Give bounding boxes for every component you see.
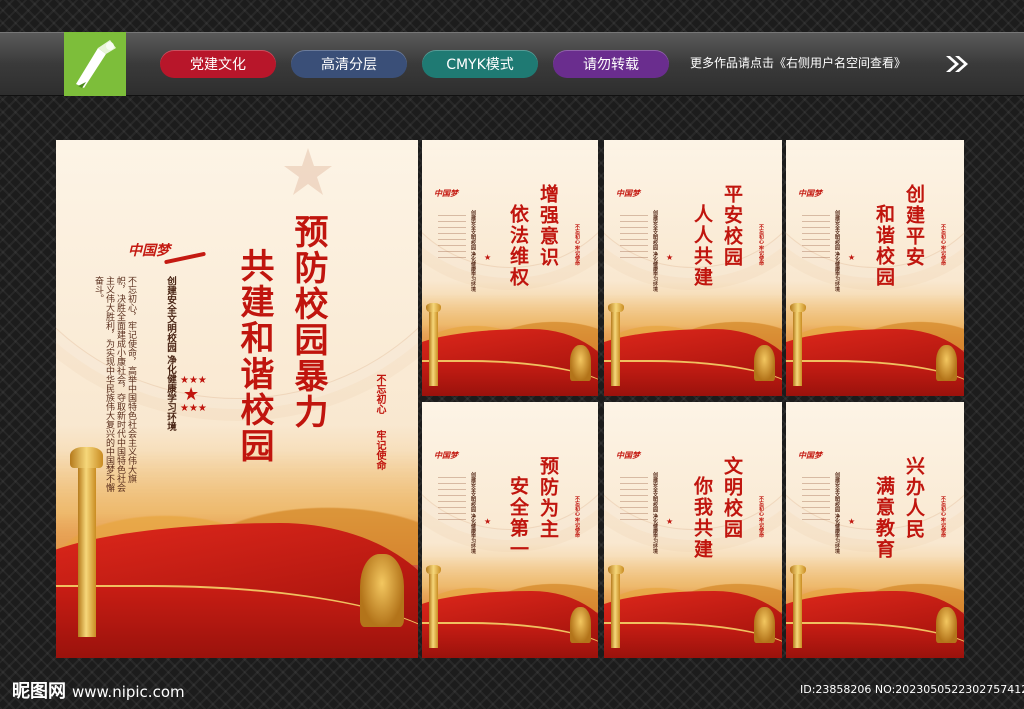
poster-title-line2: 你我共建 (691, 476, 713, 560)
main-subtitle: 创建安全文明校园 净化健康学习环境 (165, 276, 176, 432)
poster-4: 中国梦 预防为主 安全第一 不忘初心 牢记使命 ★ 创建安全文明校园 净化健康学… (422, 402, 598, 658)
tag-party-culture: 党建文化 (160, 50, 276, 78)
site-watermark[interactable]: 昵图网 www.nipic.com (12, 677, 185, 703)
poster-3: 中国梦 创建平安 和谐校园 不忘初心 牢记使命 ★ 创建安全文明校园 净化健康学… (786, 140, 964, 396)
star-watermark-icon (284, 148, 332, 195)
poster-title-line2: 人人共建 (691, 204, 713, 288)
double-arrow-right-icon[interactable] (944, 54, 970, 74)
poster-title-line2: 满意教育 (873, 476, 895, 560)
poster-subtitle: 创建安全文明校园 净化健康学习环境 (470, 210, 476, 292)
poster-title-line1: 文明校园 (721, 456, 743, 540)
poster-title-line1: 兴办人民 (903, 456, 925, 540)
poster-title-line1: 平安校园 (721, 184, 743, 268)
site-name: 昵图网 (12, 681, 66, 702)
brand-mark: 中国梦 (434, 188, 458, 198)
poster-body-text (438, 472, 466, 520)
main-title-line2: 共建和谐校园 (234, 248, 274, 464)
poster-slogan: 不忘初心 牢记使命 (574, 496, 580, 538)
stars-decoration: ★ (666, 253, 674, 262)
brand-mark: 中国梦 (616, 450, 640, 460)
tag-cmyk: CMYK模式 (422, 50, 538, 78)
poster-title-line2: 依法维权 (507, 204, 529, 288)
poster-slogan: 不忘初心 牢记使命 (574, 224, 580, 266)
poster-body-text (620, 210, 648, 258)
poster-title-line2: 安全第一 (507, 476, 529, 560)
tag-no-repost: 请勿转载 (553, 50, 669, 78)
poster-2: 中国梦 平安校园 人人共建 不忘初心 牢记使命 ★ 创建安全文明校园 净化健康学… (604, 140, 782, 396)
poster-subtitle: 创建安全文明校园 净化健康学习环境 (652, 472, 658, 554)
tag-hd-layers: 高清分层 (291, 50, 407, 78)
image-id-text: ID:23858206 NO:20230505223027574127 (800, 683, 1024, 696)
poster-slogan: 不忘初心 牢记使命 (940, 224, 946, 266)
poster-subtitle: 创建安全文明校园 净化健康学习环境 (470, 472, 476, 554)
poster-1: 中国梦 增强意识 依法维权 不忘初心 牢记使命 ★ 创建安全文明校园 净化健康学… (422, 140, 598, 396)
brand-mark: 中国梦 (616, 188, 640, 198)
poster-slogan: 不忘初心 牢记使命 (758, 496, 764, 538)
stars-decoration: ★ (848, 517, 856, 526)
brand-mark: 中国梦 (434, 450, 458, 460)
poster-body-text (802, 210, 830, 258)
slogan-2: 牢记使命 (374, 430, 385, 470)
poster-subtitle: 创建安全文明校园 净化健康学习环境 (652, 210, 658, 292)
stars-decoration: ★★★ ★ ★★★ (180, 375, 207, 414)
brand-mark: 中国梦 (798, 450, 822, 460)
slogan-1: 不忘初心 (374, 374, 385, 414)
brand-mark: 中国梦 (128, 243, 170, 259)
poster-slogan: 不忘初心 牢记使命 (758, 224, 764, 266)
stars-decoration: ★ (484, 253, 492, 262)
stars-decoration: ★ (666, 517, 674, 526)
poster-title-line1: 预防为主 (537, 456, 559, 540)
poster-slogan: 不忘初心 牢记使命 (940, 496, 946, 538)
poster-title-line1: 创建平安 (903, 184, 925, 268)
brush-logo-icon (64, 32, 126, 96)
poster-title-line1: 增强意识 (537, 184, 559, 268)
poster-5: 中国梦 文明校园 你我共建 不忘初心 牢记使命 ★ 创建安全文明校园 净化健康学… (604, 402, 782, 658)
poster-6: 中国梦 兴办人民 满意教育 不忘初心 牢记使命 ★ 创建安全文明校园 净化健康学… (786, 402, 964, 658)
poster-subtitle: 创建安全文明校园 净化健康学习环境 (834, 472, 840, 554)
site-url[interactable]: www.nipic.com (72, 683, 185, 701)
poster-body-text (802, 472, 830, 520)
poster-body-text (620, 472, 648, 520)
poster-subtitle: 创建安全文明校园 净化健康学习环境 (834, 210, 840, 292)
main-title-line1: 预防校园暴力 (288, 214, 328, 430)
brand-mark: 中国梦 (798, 188, 822, 198)
stars-decoration: ★ (484, 517, 492, 526)
header-note[interactable]: 更多作品请点击《右侧用户名空间查看》 (690, 54, 906, 71)
poster-body-text (438, 210, 466, 258)
stars-decoration: ★ (848, 253, 856, 262)
main-body-text: 不忘初心，牢记使命，高举中国特色社会主义伟大旗帜，决胜全面建成小康社会，夺取新时… (93, 276, 136, 492)
main-poster: 中国梦 预防校园暴力 共建和谐校园 不忘初心 牢记使命 ★★★ ★ ★★★ 创建… (56, 140, 418, 658)
poster-title-line2: 和谐校园 (873, 204, 895, 288)
